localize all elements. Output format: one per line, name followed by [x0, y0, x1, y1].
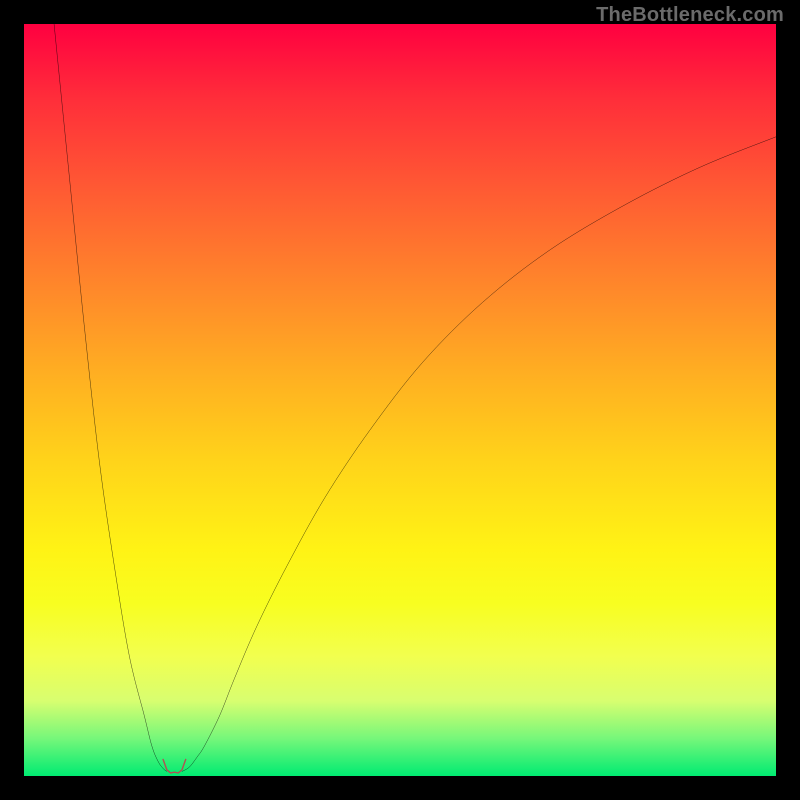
curve-layer	[24, 24, 776, 776]
chart-frame: TheBottleneck.com	[0, 0, 800, 800]
plot-area	[24, 24, 776, 776]
left-arm-curve	[54, 24, 167, 771]
right-arm-curve	[182, 137, 776, 772]
minimum-marker	[163, 759, 186, 773]
watermark-text: TheBottleneck.com	[596, 4, 784, 27]
